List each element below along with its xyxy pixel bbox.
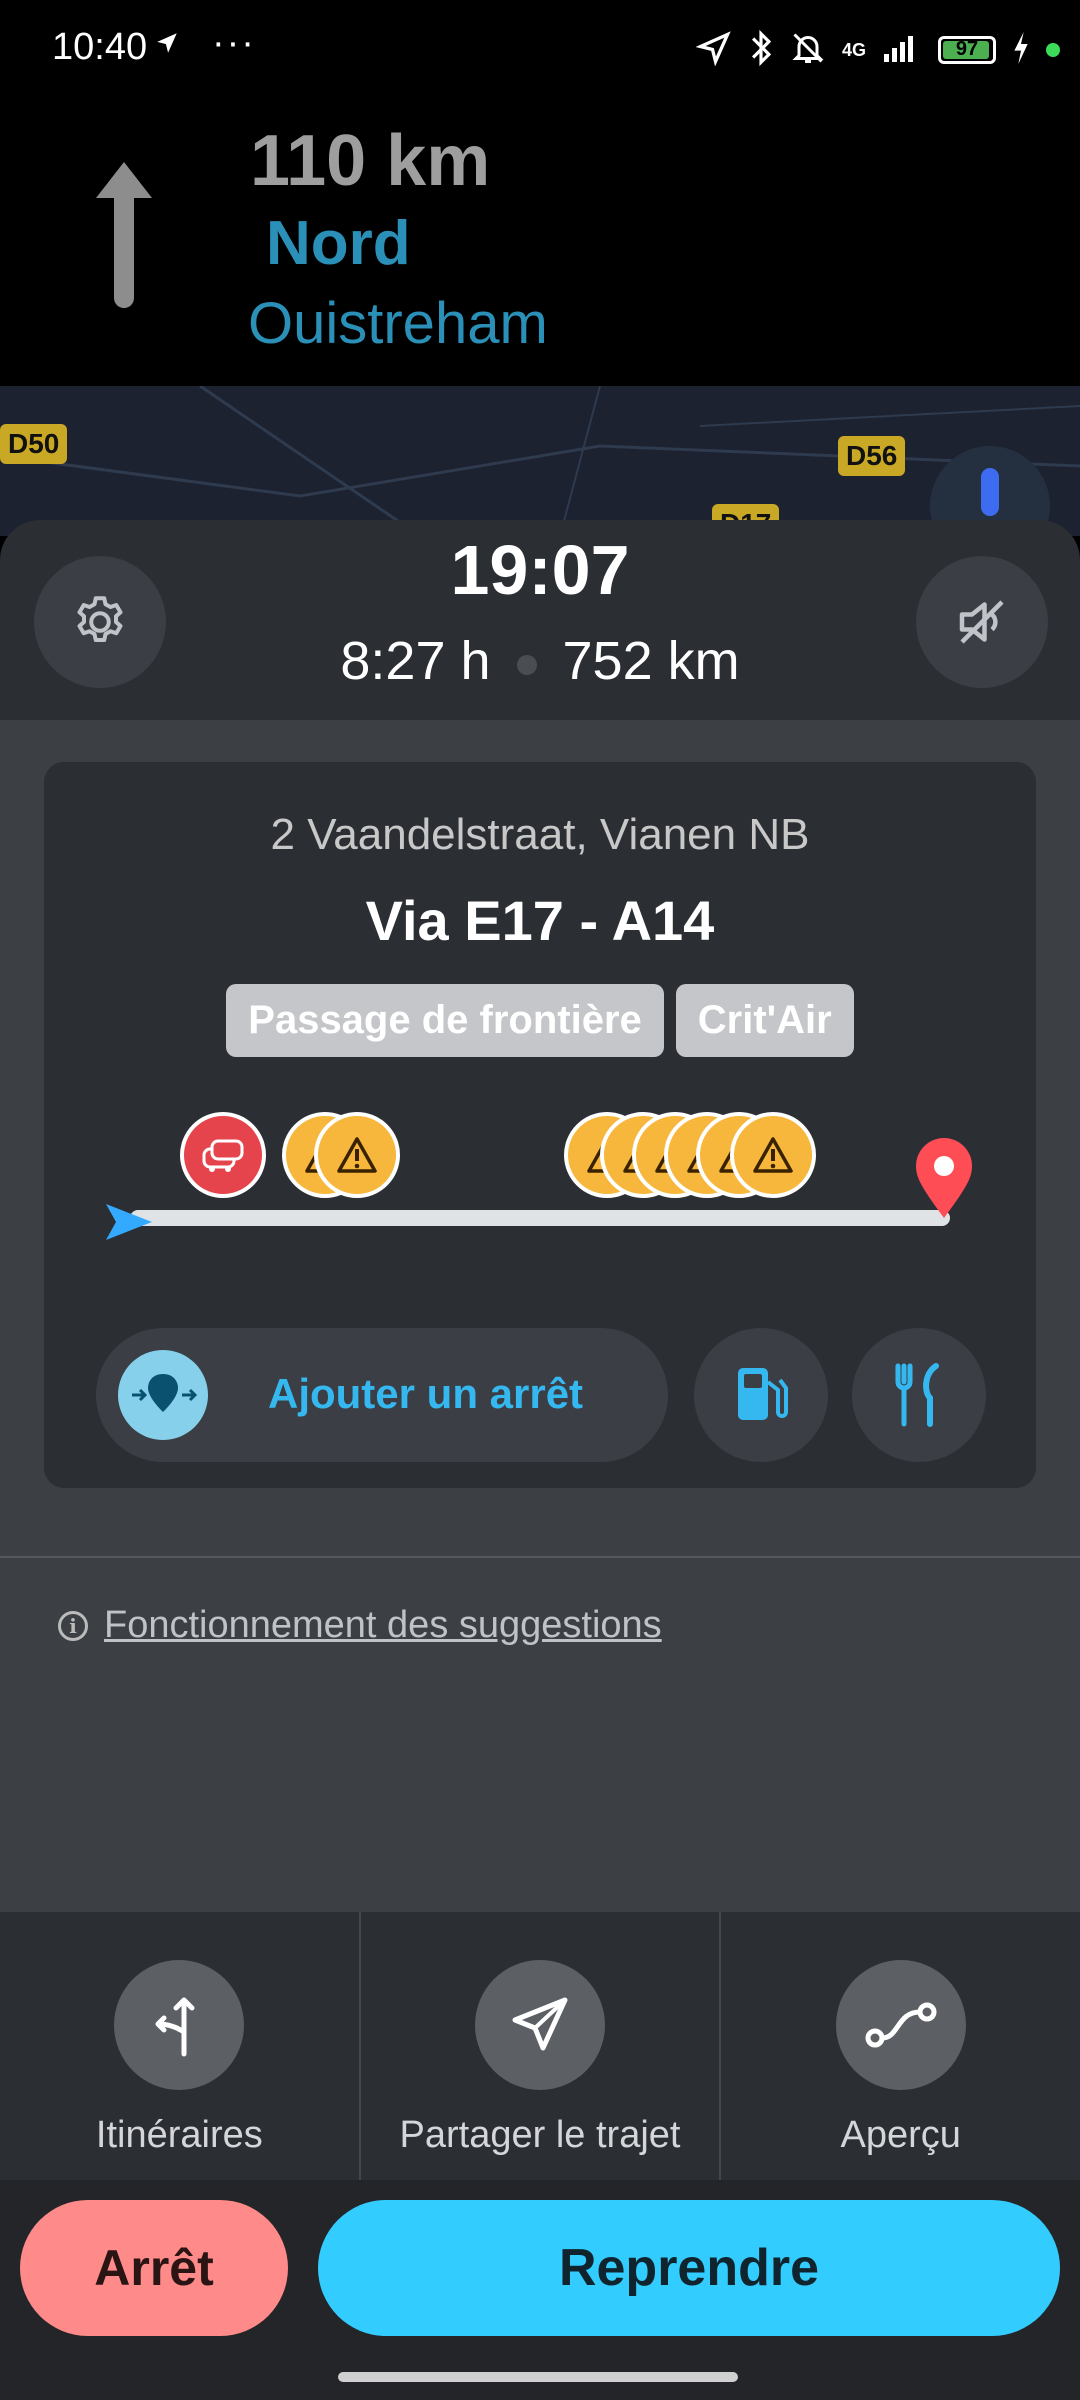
network-type: 4G <box>841 39 866 60</box>
arrival-time: 19:07 <box>450 531 630 609</box>
navigation-instruction[interactable]: 110 km Nord Ouistreham <box>0 100 1080 386</box>
info-icon: i <box>58 1610 88 1641</box>
maneuver-city: Ouistreham <box>248 291 548 356</box>
sound-off-button[interactable] <box>916 556 1048 688</box>
bluetooth-icon <box>748 29 774 72</box>
location-arrow-icon <box>154 30 180 61</box>
straight-arrow-icon <box>92 158 156 313</box>
speaker-mute-icon <box>959 600 1004 644</box>
fork-knife-icon <box>895 1363 939 1427</box>
separator-dot <box>516 654 537 675</box>
destination-address: 2 Vaandelstraat, Vianen NB <box>270 810 810 859</box>
microphone-icon <box>981 468 999 516</box>
signal-icon <box>882 32 922 69</box>
route-via: Via E17 - A14 <box>365 889 715 952</box>
share-send-icon <box>475 1960 605 2090</box>
route-tags: Passage de frontière Crit'Air <box>44 984 1036 1057</box>
add-stop-label: Ajouter un arrêt <box>268 1370 584 1417</box>
traffic-jam-icon[interactable] <box>180 1112 266 1198</box>
stop-button[interactable]: Arrêt <box>20 2200 288 2336</box>
map-roads <box>0 386 1080 536</box>
share-trip-action[interactable]: Partager le trajet <box>361 1912 722 2180</box>
map-view[interactable]: D50 D56 D17 <box>0 386 1080 536</box>
navigation-icon <box>695 30 732 71</box>
privacy-indicator-dot <box>1046 43 1060 57</box>
charging-icon <box>1012 31 1030 69</box>
gas-station-button[interactable] <box>694 1328 828 1462</box>
road-label-d56: D56 <box>838 436 906 476</box>
fuel-pump-icon <box>738 1368 788 1420</box>
restaurant-button[interactable] <box>852 1328 986 1462</box>
status-icons: 4G 97 <box>695 26 1060 74</box>
status-bar: 10:40 ··· 4G 97 <box>0 0 1080 100</box>
start-arrow-icon <box>102 1200 156 1249</box>
hazard-warning-icon[interactable] <box>314 1112 400 1198</box>
routes-icon <box>114 1960 245 2090</box>
resume-button[interactable]: Reprendre <box>318 2200 1060 2336</box>
more-indicator: ··· <box>212 22 256 64</box>
primary-buttons-bar: Arrêt Reprendre <box>0 2180 1080 2400</box>
share-trip-label: Partager le trajet <box>399 2114 681 2156</box>
suggestions-info-text: Fonctionnement des suggestions <box>104 1604 662 1646</box>
routes-label: Itinéraires <box>95 2114 263 2156</box>
routes-action[interactable]: Itinéraires <box>0 1912 361 2180</box>
battery-level: 97 <box>955 38 979 60</box>
route-card[interactable]: 2 Vaandelstraat, Vianen NB Via E17 - A14… <box>44 762 1036 1488</box>
action-bar: Itinéraires Partager le trajet Aperçu <box>0 1912 1080 2180</box>
maneuver-street: Nord <box>266 209 411 278</box>
suggestions-info-link[interactable]: i Fonctionnement des suggestions <box>58 1604 662 1647</box>
trip-distance: 752 km <box>562 631 740 691</box>
destination-pin-icon <box>912 1136 976 1225</box>
tag-crit-air: Crit'Air <box>675 984 854 1057</box>
add-stop-button[interactable]: Ajouter un arrêt <box>96 1328 668 1462</box>
route-track <box>130 1210 950 1226</box>
overview-label: Aperçu <box>840 2114 961 2156</box>
bell-off-icon <box>790 30 826 71</box>
trip-summary-panel: 19:07 8:27 h 752 km <box>0 520 1080 720</box>
overview-action[interactable]: Aperçu <box>721 1912 1080 2180</box>
section-divider <box>0 1556 1080 1558</box>
tag-border-crossing: Passage de frontière <box>226 984 664 1057</box>
hazard-warning-icon[interactable] <box>730 1112 816 1198</box>
road-label-d50: D50 <box>0 424 68 464</box>
battery-icon: 97 <box>938 36 996 64</box>
status-time: 10:40 <box>52 26 148 68</box>
maneuver-distance: 110 km <box>250 121 491 201</box>
add-stop-icon <box>118 1350 208 1440</box>
trip-duration: 8:27 h <box>340 631 491 691</box>
home-indicator[interactable] <box>338 2372 738 2382</box>
overview-route-icon <box>835 1960 966 2090</box>
route-timeline[interactable] <box>44 1092 1036 1240</box>
